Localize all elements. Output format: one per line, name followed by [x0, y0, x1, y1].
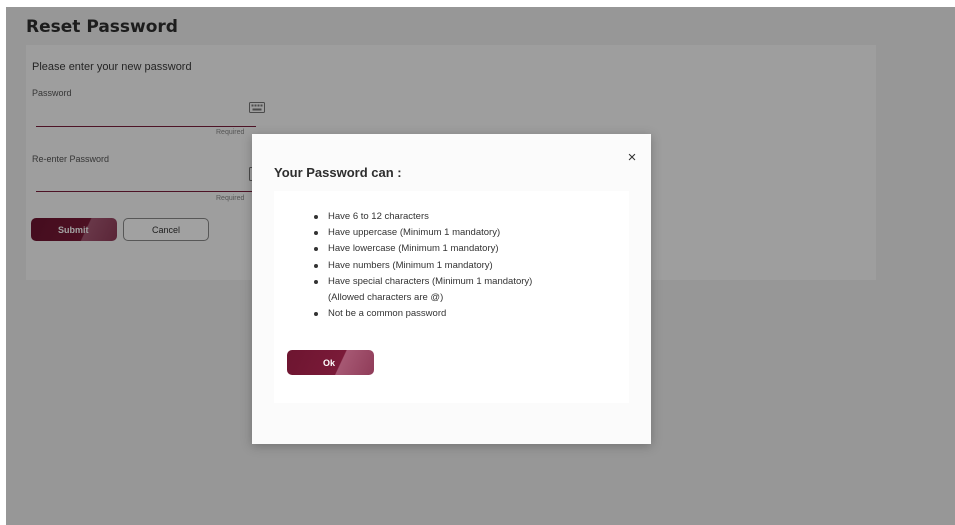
list-item: Have 6 to 12 characters	[312, 209, 532, 225]
dialog-title: Your Password can :	[274, 165, 402, 180]
rule-text: Not be a common password	[328, 308, 447, 320]
list-item: Have lowercase (Minimum 1 mandatory)	[312, 241, 532, 257]
rule-note: (Allowed characters are @)	[328, 292, 444, 304]
app-frame: Reset Password Please enter your new pas…	[6, 7, 955, 525]
ok-button[interactable]: Ok	[287, 350, 374, 375]
list-item: Have uppercase (Minimum 1 mandatory)	[312, 225, 532, 241]
list-item: Have numbers (Minimum 1 mandatory)	[312, 258, 532, 274]
password-rules-dialog: Your Password can : × Have 6 to 12 chara…	[252, 134, 651, 444]
list-item: Not be a common password	[312, 306, 532, 322]
list-item: Have special characters (Minimum 1 manda…	[312, 274, 532, 306]
rule-text: Have numbers (Minimum 1 mandatory)	[328, 259, 493, 271]
dialog-body: Have 6 to 12 characters Have uppercase (…	[274, 191, 629, 403]
rule-text: Have 6 to 12 characters	[328, 211, 429, 222]
rule-text: Have special characters (Minimum 1 manda…	[328, 275, 533, 287]
rule-text: Have uppercase (Minimum 1 mandatory)	[328, 227, 501, 239]
close-icon[interactable]: ×	[626, 150, 638, 165]
rule-text: Have lowercase (Minimum 1 mandatory)	[328, 243, 499, 255]
password-rules-list: Have 6 to 12 characters Have uppercase (…	[312, 209, 532, 322]
